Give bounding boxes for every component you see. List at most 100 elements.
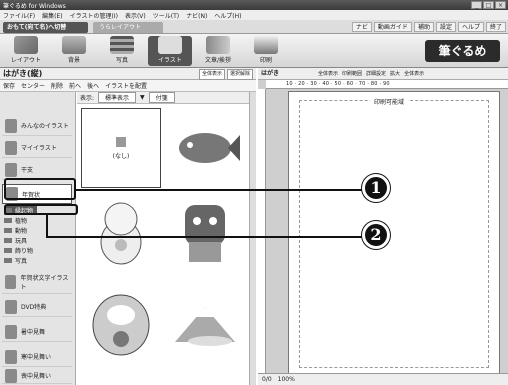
app-logo: 筆ぐるめ [425, 40, 500, 62]
category-dvd[interactable]: DVD特典 [2, 297, 72, 317]
maximize-button[interactable]: □ [483, 1, 494, 9]
gallery-item-daruma[interactable] [81, 282, 161, 362]
none-label: (なし) [112, 152, 130, 160]
gallery-item-shishi[interactable] [165, 192, 245, 272]
view-select[interactable]: 標準表示 [98, 92, 137, 103]
category-eto[interactable]: 干支 [2, 160, 72, 180]
center-button[interactable]: センター [21, 81, 45, 90]
subfolder-label: 植物 [15, 218, 28, 225]
window-titlebar: 筆ぐるめ for Windows _ □ × [0, 0, 508, 10]
mode-tabbar: おもて(宛て名)へ切替 うらレイアウト ナビ 動画ガイド 補助 設定 ヘルプ 終… [0, 20, 508, 34]
print-range-button[interactable]: 印刷範囲 [342, 69, 362, 79]
menu-file[interactable]: ファイル(F) [3, 11, 35, 20]
greeting-icon [206, 36, 230, 54]
callout-highlight-1 [4, 178, 76, 200]
gallery-item-none[interactable]: (なし) [81, 108, 161, 188]
mount-fuji-illustration [175, 307, 235, 346]
fit-view-button[interactable]: 全体表示 [198, 69, 225, 80]
menu-view[interactable]: 表示(V) [125, 11, 146, 20]
category-label: みんなのイラスト [21, 123, 69, 130]
folder-icon [5, 162, 17, 177]
folder-icon [5, 368, 17, 383]
menu-edit[interactable]: 編集(E) [42, 11, 62, 20]
status-bar: 0/0 100% [258, 373, 508, 385]
photo-tool[interactable]: 写真 [100, 36, 144, 66]
delete-button[interactable]: 削除 [51, 81, 63, 90]
photo-icon [110, 36, 134, 54]
menu-illust-manage[interactable]: イラストの管理(I) [70, 11, 118, 20]
printable-area: 印刷可能域 [299, 97, 489, 368]
daruma-illustration [92, 294, 150, 356]
video-guide-button[interactable]: 動画ガイド [373, 22, 412, 32]
folder-icon [5, 274, 17, 289]
send-back-button[interactable]: 後へ [87, 81, 99, 90]
zoom-select[interactable]: 全体表示 [404, 69, 424, 79]
subfolder-label: 飾り物 [15, 248, 34, 255]
gallery-item-sea-bream[interactable] [165, 108, 245, 188]
callout-badge-2: 2 [362, 221, 390, 249]
menubar: ファイル(F) 編集(E) イラストの管理(I) 表示(V) ツール(T) ナビ… [0, 10, 508, 20]
category-nenga-moji[interactable]: 年賀状文字イラスト [2, 270, 72, 294]
gallery-item-mount-fuji[interactable] [165, 282, 245, 362]
menu-navi[interactable]: ナビ(N) [186, 11, 207, 20]
background-tool[interactable]: 背景 [52, 36, 96, 66]
callout-line-2 [46, 236, 366, 238]
help-button[interactable]: ヘルプ [457, 22, 484, 32]
folder-icon [5, 118, 17, 133]
category-shochu[interactable]: 暑中見舞 [2, 322, 72, 342]
close-button[interactable]: × [495, 1, 506, 9]
dropdown-arrow-icon[interactable]: ▼ [140, 94, 145, 101]
sort-select[interactable]: 付箋 [148, 92, 175, 103]
subfolder-animals[interactable]: 動物 [4, 226, 27, 235]
folder-icon [5, 324, 17, 339]
tab-back-layout[interactable]: うらレイアウト [93, 22, 163, 33]
tool-label: レイアウト [10, 57, 41, 64]
gallery-item-lucky-cat[interactable] [81, 192, 161, 272]
category-label: 年賀状文字イラスト [20, 274, 69, 291]
card-type-label: はがき(縦) [3, 69, 43, 78]
exit-button[interactable]: 終了 [485, 22, 506, 32]
preview-title: はがき [261, 70, 280, 77]
place-illust-button[interactable]: イラストを配置 [105, 81, 147, 90]
menu-help[interactable]: ヘルプ(H) [214, 11, 241, 20]
subfolder-plants[interactable]: 植物 [4, 216, 27, 225]
category-mochu[interactable]: 喪中見舞い [2, 368, 72, 384]
detail-settings-button[interactable]: 詳細設定 [366, 69, 386, 79]
shishi-illustration [185, 205, 225, 262]
subfolder-toys[interactable]: 玩具 [4, 236, 27, 245]
category-kanchu[interactable]: 寒中見舞い [2, 347, 72, 367]
minimize-button[interactable]: _ [471, 1, 482, 9]
background-icon [62, 36, 86, 54]
edit-toolbar: 保存 センター 削除 前へ 後へ イラストを配置 [0, 80, 256, 92]
gallery-scrollbar[interactable] [249, 92, 256, 385]
subfolder-photos[interactable]: 写真 [4, 256, 27, 265]
layout-tool[interactable]: レイアウト [4, 36, 48, 66]
navi-button[interactable]: ナビ [351, 22, 372, 32]
layout-title-bar: はがき(縦) 全体表示 選択解除 [0, 68, 256, 80]
fit-button[interactable]: 全体表示 [318, 69, 338, 79]
greeting-tool[interactable]: 文章/挨拶 [196, 36, 240, 66]
deselect-button[interactable]: 選択解除 [226, 69, 253, 80]
main-toolbar: レイアウト 背景 写真 イラスト 文章/挨拶 印刷 筆ぐるめ [0, 34, 508, 68]
menu-tools[interactable]: ツール(T) [153, 11, 179, 20]
category-my-illust[interactable]: マイイラスト [2, 138, 72, 158]
assist-button[interactable]: 補助 [413, 22, 434, 32]
folder-icon [4, 218, 12, 223]
illust-tool[interactable]: イラスト [148, 36, 192, 66]
subfolder-decorations[interactable]: 飾り物 [4, 246, 33, 255]
tool-label: 背景 [67, 57, 80, 64]
zoom-level: 100% [277, 376, 295, 383]
postcard-canvas[interactable]: 印刷可能域 [288, 91, 500, 374]
save-button[interactable]: 保存 [3, 81, 15, 90]
category-label: 寒中見舞い [21, 354, 52, 361]
tool-label: 写真 [115, 57, 128, 64]
horizontal-ruler: 10 · 20 · 30 · 40 · 50 · 60 · 70 · 80 · … [266, 80, 508, 89]
zoom-button[interactable]: 拡大 [390, 69, 400, 79]
printer-icon [254, 36, 278, 54]
tool-label: 文章/挨拶 [204, 57, 232, 64]
print-tool[interactable]: 印刷 [244, 36, 288, 66]
tab-front-switch[interactable]: おもて(宛て名)へ切替 [3, 22, 88, 33]
bring-forward-button[interactable]: 前へ [69, 81, 81, 90]
settings-button[interactable]: 設定 [435, 22, 456, 32]
category-everyone-illust[interactable]: みんなのイラスト [2, 116, 72, 136]
